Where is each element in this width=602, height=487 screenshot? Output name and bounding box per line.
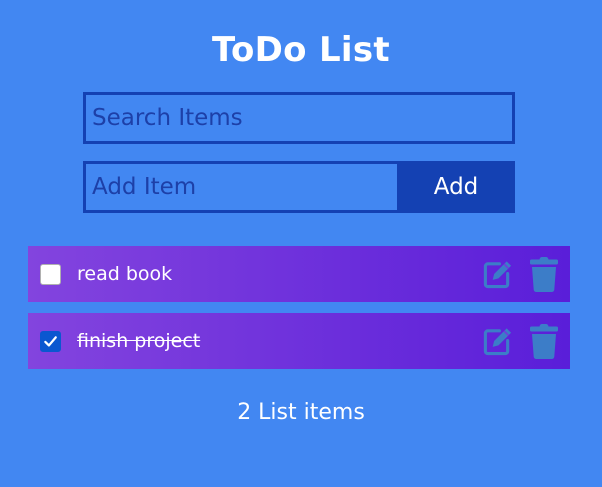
edit-icon[interactable] [482,259,513,290]
search-input[interactable] [83,92,515,144]
edit-icon[interactable] [482,326,513,357]
page-title: ToDo List [212,30,390,70]
trash-icon[interactable] [530,323,558,359]
checkmark-icon [44,335,57,347]
list-item: read book [28,246,570,302]
item-checkbox[interactable] [40,263,61,285]
add-item-form: Add [83,161,515,213]
add-button[interactable]: Add [397,161,515,213]
add-item-input[interactable] [83,161,397,213]
item-count: 2 List items [237,400,365,425]
todo-list: read book finish project [28,246,570,380]
trash-icon[interactable] [530,256,558,292]
list-item: finish project [28,313,570,369]
item-checkbox[interactable] [40,330,61,352]
